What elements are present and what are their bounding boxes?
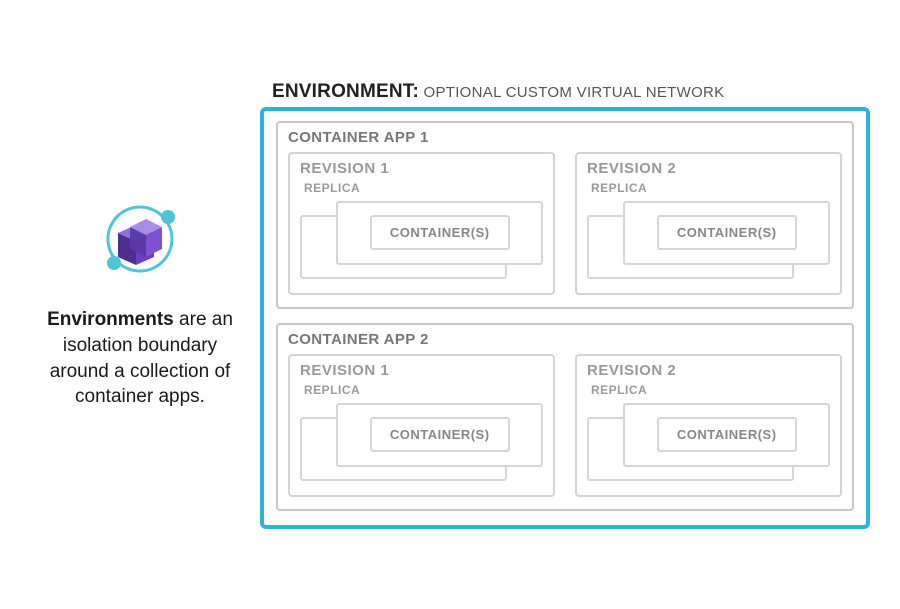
replica-stack: CONTAINER(S) xyxy=(587,403,830,481)
replica-card-front: CONTAINER(S) xyxy=(336,201,543,265)
caption-text: Environments are an isolation boundary a… xyxy=(38,307,242,410)
replica-card-front: CONTAINER(S) xyxy=(623,403,830,467)
revision-title: REVISION 2 xyxy=(587,362,830,379)
container-app-title: CONTAINER APP 2 xyxy=(288,331,842,348)
replica-stack: CONTAINER(S) xyxy=(587,201,830,279)
replica-stack: CONTAINER(S) xyxy=(300,403,543,481)
environment-sublabel: OPTIONAL CUSTOM VIRTUAL NETWORK xyxy=(419,84,724,101)
containers-box: CONTAINER(S) xyxy=(657,417,797,452)
environment-title: ENVIRONMENT: OPTIONAL CUSTOM VIRTUAL NET… xyxy=(260,81,870,107)
caption-bold: Environments xyxy=(47,309,174,330)
replica-label: REPLICA xyxy=(587,383,830,397)
revision-title: REVISION 1 xyxy=(300,362,543,379)
revision-title: REVISION 2 xyxy=(587,160,830,177)
replica-card-front: CONTAINER(S) xyxy=(336,403,543,467)
revision-box: REVISION 2 REPLICA CONTAINER(S) xyxy=(575,152,842,295)
revisions-row: REVISION 1 REPLICA CONTAINER(S) REVISION… xyxy=(288,354,842,497)
revision-title: REVISION 1 xyxy=(300,160,543,177)
environment-icon xyxy=(90,199,190,279)
container-app-box: CONTAINER APP 2 REVISION 1 REPLICA CONTA… xyxy=(276,323,854,511)
replica-label: REPLICA xyxy=(300,383,543,397)
containers-box: CONTAINER(S) xyxy=(370,215,510,250)
replica-label: REPLICA xyxy=(587,181,830,195)
containers-box: CONTAINER(S) xyxy=(370,417,510,452)
replica-card-front: CONTAINER(S) xyxy=(623,201,830,265)
environment-box: CONTAINER APP 1 REVISION 1 REPLICA CONTA… xyxy=(260,107,870,529)
left-panel: Environments are an isolation boundary a… xyxy=(20,199,260,410)
diagram-panel: ENVIRONMENT: OPTIONAL CUSTOM VIRTUAL NET… xyxy=(260,81,870,529)
revision-box: REVISION 1 REPLICA CONTAINER(S) xyxy=(288,354,555,497)
containers-box: CONTAINER(S) xyxy=(657,215,797,250)
revision-box: REVISION 1 REPLICA CONTAINER(S) xyxy=(288,152,555,295)
replica-stack: CONTAINER(S) xyxy=(300,201,543,279)
replica-label: REPLICA xyxy=(300,181,543,195)
container-app-title: CONTAINER APP 1 xyxy=(288,129,842,146)
environment-label: ENVIRONMENT: xyxy=(272,81,419,102)
container-app-box: CONTAINER APP 1 REVISION 1 REPLICA CONTA… xyxy=(276,121,854,309)
revisions-row: REVISION 1 REPLICA CONTAINER(S) REVISION… xyxy=(288,152,842,295)
revision-box: REVISION 2 REPLICA CONTAINER(S) xyxy=(575,354,842,497)
